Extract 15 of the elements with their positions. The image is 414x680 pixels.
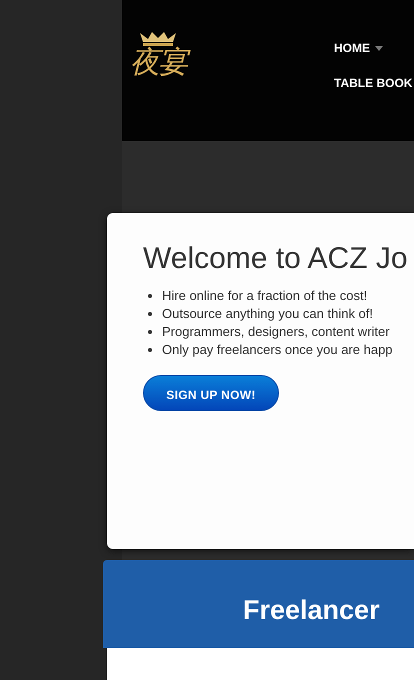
crown-icon <box>138 30 178 46</box>
bullet-dot-icon <box>148 348 152 352</box>
feature-text: Programmers, designers, content writer <box>162 323 390 341</box>
bullet-dot-icon <box>148 330 152 334</box>
nav-link[interactable]: TABLE BOOK <box>334 75 412 91</box>
bullet-dot-icon <box>148 294 152 298</box>
nav-link[interactable]: HOME <box>334 40 412 56</box>
feature-text: Only pay freelancers once you are happ <box>162 341 393 359</box>
welcome-title: Welcome to ACZ Jo <box>143 241 409 277</box>
bullet-dot-icon <box>148 312 152 316</box>
feature-text: Hire online for a fraction of the cost! <box>162 287 368 305</box>
feature-text: Outsource anything you can think of! <box>162 305 374 323</box>
caret-icon <box>375 46 383 50</box>
section-title: Freelancer <box>243 594 380 626</box>
sign-up-button[interactable]: SIGN UP NOW! <box>143 375 279 411</box>
